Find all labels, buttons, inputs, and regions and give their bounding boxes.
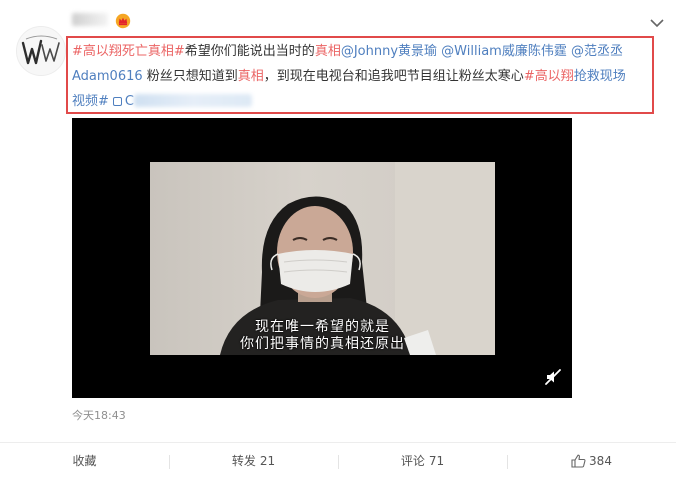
hashtag-link[interactable]: 真相 — [315, 44, 341, 59]
post-line-1: #高以翔死亡真相#希望你们能说出当时的真相@Johnny黄景瑜 @William… — [72, 39, 652, 64]
action-bar: 收藏 转发 21 评论 71 384 — [0, 442, 676, 478]
vip-crown-icon — [115, 13, 131, 29]
mute-icon[interactable] — [544, 368, 562, 386]
video-player[interactable]: 现在唯一希望的就是 你们把事情的真相还原出 — [72, 118, 572, 398]
comment-count: 71 — [428, 453, 445, 468]
weibo-post-card: #高以翔死亡真相#希望你们能说出当时的真相@Johnny黄景瑜 @William… — [0, 0, 676, 478]
repost-label: 转发 — [231, 454, 256, 468]
hashtag-link[interactable]: 抢救现场 — [574, 69, 626, 84]
hashtag-link[interactable]: 视频# — [72, 94, 109, 109]
like-button[interactable]: 384 — [507, 444, 676, 478]
hashtag-link[interactable]: #高以翔死亡真相# — [72, 44, 185, 59]
post-text-run: 粉丝只想知道到 — [142, 69, 238, 84]
comment-button[interactable]: 评论 71 — [338, 444, 507, 478]
chevron-down-icon[interactable] — [649, 17, 665, 29]
hashtag-link[interactable]: 真相 — [238, 69, 264, 84]
video-subtitle: 你们把事情的真相还原出 — [240, 336, 405, 352]
comment-label: 评论 — [400, 454, 425, 468]
avatar[interactable] — [16, 26, 66, 76]
mention-link[interactable]: @范丞丞 — [571, 44, 623, 59]
post-line-3: 视频# C — [72, 89, 652, 114]
thumbs-up-icon — [571, 454, 586, 468]
mention-link[interactable]: @Johnny黄景瑜 — [341, 44, 437, 59]
video-link-letter[interactable]: C — [125, 94, 134, 109]
repost-button[interactable]: 转发 21 — [169, 444, 338, 478]
username-redacted[interactable] — [72, 13, 108, 26]
post-text-run: ，到现在电视台和追我吧节目组让粉丝太寒心 — [263, 69, 524, 84]
favorite-button[interactable]: 收藏 — [0, 444, 169, 478]
post-timestamp[interactable]: 今天18:43 — [72, 407, 126, 423]
post-text-run: 希望你们能说出当时的 — [184, 44, 315, 59]
mention-link[interactable]: @William威廉陈伟霆 — [441, 44, 567, 59]
favorite-label: 收藏 — [72, 454, 97, 468]
post-text: #高以翔死亡真相#希望你们能说出当时的真相@Johnny黄景瑜 @William… — [72, 39, 652, 114]
link-icon — [112, 97, 122, 106]
video-link-redacted[interactable] — [133, 94, 252, 107]
like-count: 384 — [589, 453, 612, 468]
mention-link[interactable]: Adam0616 — [72, 69, 143, 84]
video-frame: 现在唯一希望的就是 你们把事情的真相还原出 — [150, 162, 495, 355]
post-line-2: Adam0616 粉丝只想知道到真相，到现在电视台和追我吧节目组让粉丝太寒心#高… — [72, 64, 652, 89]
hashtag-link[interactable]: #高以翔 — [524, 69, 574, 84]
repost-count: 21 — [259, 453, 276, 468]
